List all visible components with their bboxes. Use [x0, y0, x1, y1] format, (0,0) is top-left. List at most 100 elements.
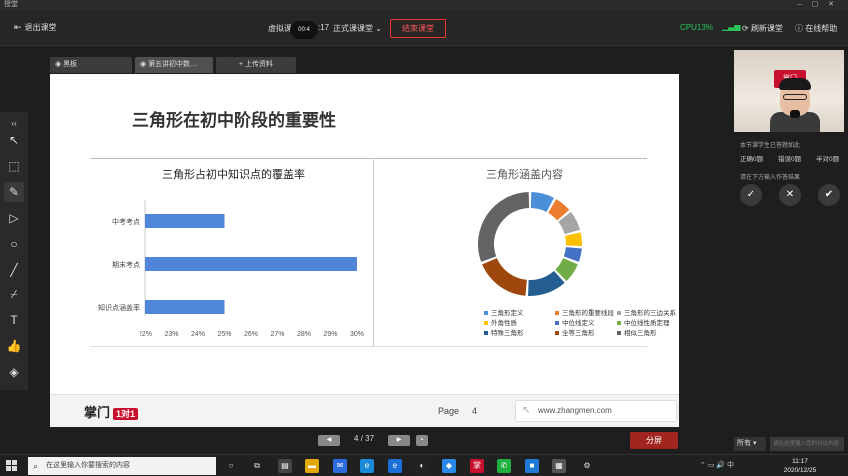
store-icon[interactable]: ▤ — [278, 459, 292, 473]
x-tick-label: 25% — [217, 331, 231, 338]
search-icon: ⌕ — [33, 461, 39, 471]
windows-taskbar: ⌕ 在这里输入你要搜索的内容 ○ ⧉ ▤ ▬ ✉ e e ◐ ◆ 掌 ✆ ■ ▦… — [0, 454, 848, 476]
current-page: 4 — [354, 434, 359, 443]
bar — [145, 214, 225, 228]
class-time-suffix: :17 — [318, 23, 330, 32]
online-help-button[interactable]: ⓘ 在线帮助 — [795, 23, 837, 34]
donut-slice — [482, 258, 527, 296]
next-page-button[interactable]: ▶ — [388, 435, 410, 446]
qq-icon[interactable]: ◐ — [415, 459, 429, 473]
drawing-toolbar: ‹‹ ↖ ⬚ ✎ ▷ ○ ╱ ⌿ T 👍 ◈ — [0, 112, 28, 390]
system-clock[interactable]: 11:17 2020/12/25 — [778, 457, 822, 475]
ime-indicator: 中 — [727, 462, 735, 469]
select-tool-icon[interactable]: ⬚ — [4, 156, 24, 176]
windows-start-icon[interactable] — [6, 460, 18, 472]
donut-chart — [478, 192, 582, 296]
legend-swatch — [555, 311, 559, 316]
thumbs-up-icon[interactable]: 👍 — [4, 336, 24, 356]
bar-chart: 22% 23% 24% 25% 26% 27% 28% 29% 30% — [140, 200, 364, 338]
exit-icon: ⇤ — [14, 22, 22, 32]
end-class-button[interactable]: 结束课堂 — [390, 19, 446, 38]
slide-title: 三角形在初中阶段的重要性 — [132, 111, 336, 130]
laser-pointer-icon[interactable]: ▷ — [4, 208, 24, 228]
window-controls[interactable]: –▢✕ — [798, 0, 844, 10]
photos-icon[interactable]: ▦ — [552, 459, 566, 473]
correct-button[interactable]: ✓ — [740, 184, 762, 206]
legend-label: 中位线性质定理 — [624, 320, 670, 327]
x-tick-label: 28% — [297, 331, 311, 338]
divider — [90, 158, 647, 159]
mail-icon[interactable]: ✉ — [333, 459, 347, 473]
app-icon[interactable]: ■ — [525, 459, 539, 473]
x-tick-label: 22% — [140, 331, 152, 338]
teacher-video: 掌门 — [734, 50, 844, 132]
browser-icon[interactable]: e — [388, 459, 402, 473]
help-label: 在线帮助 — [805, 24, 838, 33]
legend-swatch — [617, 331, 621, 336]
website-badge: ↖ www.zhangmen.com — [515, 400, 677, 422]
bar — [145, 300, 225, 314]
tab-upload[interactable]: + 上传资料 — [216, 57, 296, 73]
file-explorer-icon[interactable]: ▬ — [305, 459, 319, 473]
pen-tool-icon[interactable]: ✎ — [4, 182, 24, 202]
x-tick-label: 30% — [350, 331, 364, 338]
legend-item: 中位线定义 — [555, 317, 595, 327]
wrong-button[interactable]: ✕ — [779, 184, 801, 206]
prev-page-button[interactable]: ◀ — [318, 435, 340, 446]
slide-footer: 掌门 1对1 Page 4 ↖ www.zhangmen.com — [50, 394, 679, 427]
bar — [145, 257, 357, 271]
settings-gear-icon[interactable]: ⚙ — [580, 459, 594, 473]
app-icon[interactable]: ◆ — [442, 459, 456, 473]
wechat-icon[interactable]: ✆ — [497, 459, 511, 473]
taskbar-search[interactable]: ⌕ 在这里输入你要搜索的内容 — [28, 457, 216, 475]
tab-lecture-5[interactable]: ◉ 第五讲初中数… — [135, 57, 213, 73]
task-view-icon[interactable]: ⧉ — [250, 459, 264, 473]
bar-chart-title: 三角形占初中知识点的覆盖率 — [162, 169, 305, 181]
layers-icon[interactable]: ◈ — [4, 362, 24, 382]
clock-time: 11:17 — [792, 458, 808, 465]
legend-item: 三角形的三边关系 — [617, 307, 676, 317]
formal-class-dropdown[interactable]: 正式课课堂 ⌄ — [333, 23, 382, 34]
circle-tool-icon[interactable]: ○ — [4, 234, 24, 254]
arrow-icon: ↖ — [522, 405, 531, 416]
eraser-tool-icon[interactable]: ⌿ — [4, 284, 24, 304]
eye-icon: ◉ — [55, 61, 64, 68]
x-tick-label: 29% — [323, 331, 337, 338]
tab-blackboard[interactable]: ◉ 黑板 — [50, 57, 132, 73]
pointer-tool-icon[interactable]: ↖ — [4, 130, 24, 150]
line-tool-icon[interactable]: ╱ — [4, 260, 24, 280]
page-menu-button[interactable]: ▪ — [416, 435, 428, 446]
exit-classroom-button[interactable]: ⇤ 退出课堂 — [14, 22, 57, 33]
os-window-title: 授堂 — [4, 1, 18, 8]
tab-label: 黑板 — [63, 61, 78, 68]
half-correct-button[interactable]: ✔ — [818, 184, 840, 206]
donut-slice — [565, 232, 582, 246]
tab-label: 第五讲初中数… — [148, 61, 198, 68]
zhangmen-logo: 掌门 1对1 — [84, 402, 139, 421]
chat-bar: 所有 ▾ — [734, 437, 844, 451]
correct-count: 正确0题 — [740, 156, 764, 163]
logo-badge: 1对1 — [113, 408, 139, 420]
text-tool-icon[interactable]: T — [4, 310, 24, 330]
search-placeholder: 在这里输入你要搜索的内容 — [46, 462, 130, 469]
legend-swatch — [484, 321, 488, 326]
volume-icon: 🔊 — [716, 462, 728, 469]
half-correct-count: 半对0题 — [816, 156, 840, 163]
bar-category-label: 中考考点 — [112, 219, 140, 226]
legend-label: 三角形定义 — [491, 310, 524, 317]
chevron-down-icon: ⌄ — [375, 24, 382, 33]
system-tray[interactable]: ⌃ ▭ 🔊 中 — [700, 460, 734, 470]
legend-item: 全等三角形 — [555, 327, 595, 337]
cortana-icon[interactable]: ○ — [224, 459, 238, 473]
split-screen-button[interactable]: 分屏 — [630, 432, 678, 449]
answer-summary-prompt: 本节课学生已答题如此 — [740, 143, 801, 149]
chevron-down-icon: ▾ — [751, 440, 757, 447]
edge-icon[interactable]: e — [360, 459, 374, 473]
chat-target-select[interactable]: 所有 ▾ — [734, 437, 766, 451]
classroom-app-icon[interactable]: 掌 — [470, 459, 484, 473]
chat-input[interactable] — [770, 437, 844, 451]
class-timer: 00:4 — [290, 21, 318, 39]
website-url: www.zhangmen.com — [538, 406, 612, 415]
legend-label: 相似三角形 — [624, 330, 657, 337]
refresh-classroom-button[interactable]: ⟳ 刷新课堂 — [742, 23, 783, 34]
